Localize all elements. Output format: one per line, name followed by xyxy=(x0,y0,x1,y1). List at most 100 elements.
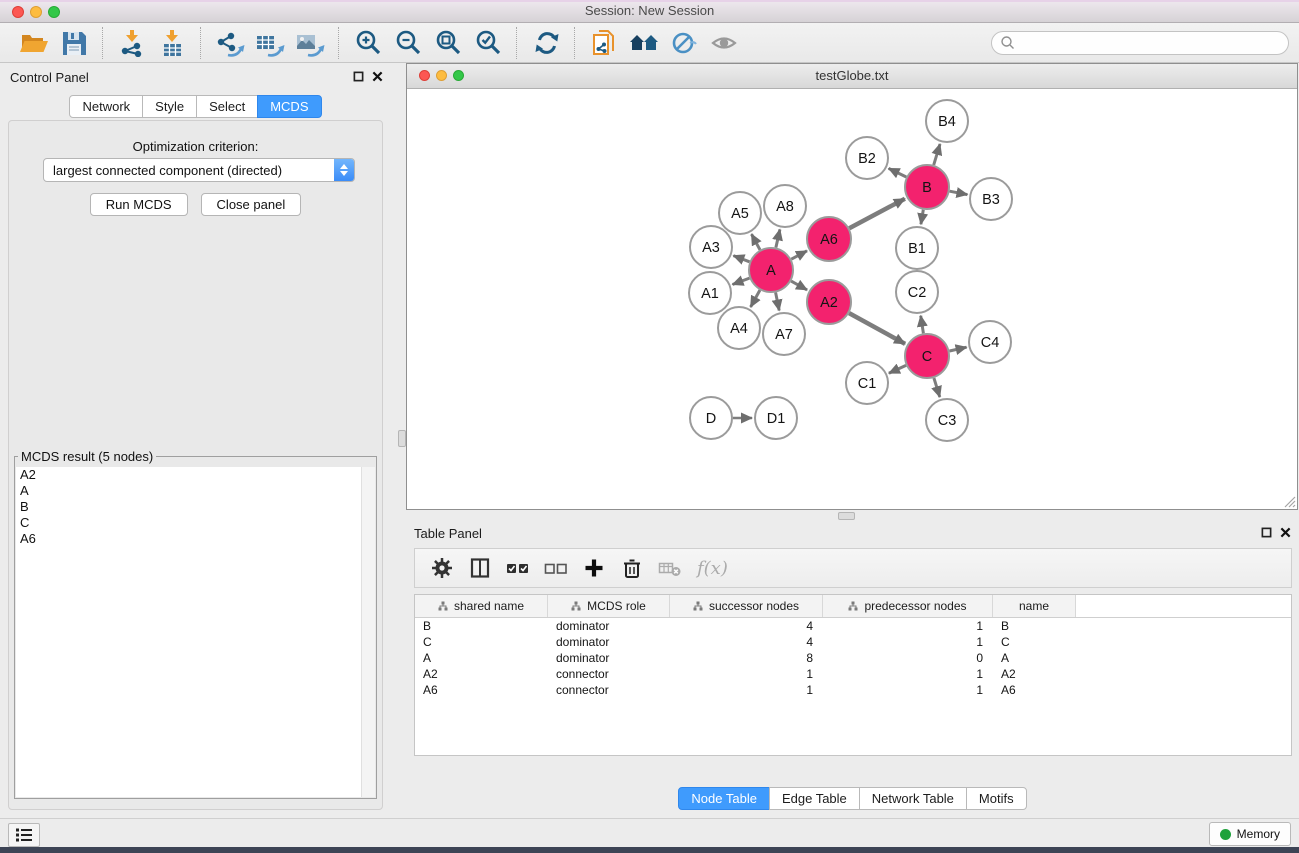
search-input[interactable] xyxy=(1015,35,1269,51)
node-C[interactable]: C xyxy=(905,334,949,378)
node-A[interactable]: A xyxy=(749,248,793,292)
zoom-selected-icon[interactable] xyxy=(471,27,505,59)
edge-A-A5[interactable] xyxy=(752,234,761,250)
tab-network[interactable]: Network xyxy=(69,95,143,118)
tab-mcds[interactable]: MCDS xyxy=(257,95,321,118)
table-row[interactable]: Adominator80A xyxy=(415,650,1291,666)
table-cell[interactable]: connector xyxy=(548,683,670,697)
table-cell[interactable]: 8 xyxy=(670,651,823,665)
edge-C-C1[interactable] xyxy=(889,365,906,373)
table-cell[interactable]: 0 xyxy=(823,651,993,665)
network-canvas[interactable]: B4B2BB3A8A5A6A3B1AA1C2A2A4A7C4CC1DD1C3 xyxy=(407,89,1297,509)
table-row[interactable]: A2connector11A2 xyxy=(415,666,1291,682)
table-cell[interactable]: A6 xyxy=(993,683,1076,697)
table-cell[interactable]: C xyxy=(993,635,1076,649)
result-item[interactable]: B xyxy=(16,499,375,515)
zoom-in-icon[interactable] xyxy=(351,27,385,59)
node-C3[interactable]: C3 xyxy=(926,399,968,441)
edge-C-C4[interactable] xyxy=(950,347,967,351)
edge-B-B2[interactable] xyxy=(889,168,907,177)
open-file-icon[interactable] xyxy=(17,27,51,59)
node-C2[interactable]: C2 xyxy=(896,271,938,313)
table-cell[interactable]: 4 xyxy=(670,619,823,633)
node-B[interactable]: B xyxy=(905,165,949,209)
column-header-MCDS-role[interactable]: MCDS role xyxy=(548,595,670,617)
deselect-all-columns-icon[interactable] xyxy=(541,554,571,582)
zoom-fit-icon[interactable] xyxy=(431,27,465,59)
edge-A-A7[interactable] xyxy=(776,293,780,311)
export-table-icon[interactable] xyxy=(253,27,287,59)
close-table-panel-icon[interactable] xyxy=(1280,527,1291,538)
memory-button[interactable]: Memory xyxy=(1209,822,1291,846)
node-A5[interactable]: A5 xyxy=(719,192,761,234)
edge-A6-B[interactable] xyxy=(849,199,905,229)
result-item[interactable]: A6 xyxy=(16,531,375,547)
clone-network-icon[interactable] xyxy=(587,27,621,59)
import-network-icon[interactable] xyxy=(115,27,149,59)
node-B1[interactable]: B1 xyxy=(896,227,938,269)
table-cell[interactable]: 4 xyxy=(670,635,823,649)
column-header-shared-name[interactable]: shared name xyxy=(415,595,548,617)
edge-C-C2[interactable] xyxy=(921,316,924,334)
node-A4[interactable]: A4 xyxy=(718,307,760,349)
table-cell[interactable]: 1 xyxy=(823,683,993,697)
column-header-name[interactable]: name xyxy=(993,595,1076,617)
result-item[interactable]: C xyxy=(16,515,375,531)
table-cell[interactable]: A2 xyxy=(993,667,1076,681)
home-views-icon[interactable] xyxy=(627,27,661,59)
table-cell[interactable]: A6 xyxy=(415,683,548,697)
table-cell[interactable]: 1 xyxy=(823,635,993,649)
export-network-icon[interactable] xyxy=(213,27,247,59)
network-graph[interactable]: B4B2BB3A8A5A6A3B1AA1C2A2A4A7C4CC1DD1C3 xyxy=(407,89,1297,509)
column-header-predecessor-nodes[interactable]: predecessor nodes xyxy=(823,595,993,617)
edge-B-B3[interactable] xyxy=(950,191,968,194)
table-cell[interactable]: A2 xyxy=(415,667,548,681)
table-cell[interactable]: B xyxy=(415,619,548,633)
save-session-icon[interactable] xyxy=(57,27,91,59)
import-table-icon[interactable] xyxy=(155,27,189,59)
criterion-select[interactable]: largest connected component (directed) xyxy=(43,158,355,182)
node-D[interactable]: D xyxy=(690,397,732,439)
float-table-panel-icon[interactable] xyxy=(1261,527,1272,538)
table-row[interactable]: Bdominator41B xyxy=(415,618,1291,634)
node-B3[interactable]: B3 xyxy=(970,178,1012,220)
edge-B-B4[interactable] xyxy=(934,144,940,165)
task-history-button[interactable] xyxy=(8,823,40,847)
node-A8[interactable]: A8 xyxy=(764,185,806,227)
node-A7[interactable]: A7 xyxy=(763,313,805,355)
table-cell[interactable]: 1 xyxy=(670,683,823,697)
column-header-successor-nodes[interactable]: successor nodes xyxy=(670,595,823,617)
run-mcds-button[interactable]: Run MCDS xyxy=(90,193,188,216)
node-A2[interactable]: A2 xyxy=(807,280,851,324)
table-cell[interactable]: A xyxy=(993,651,1076,665)
search-field[interactable] xyxy=(991,31,1289,55)
table-cell[interactable]: 1 xyxy=(823,619,993,633)
edge-A2-C[interactable] xyxy=(849,313,905,344)
edge-B-B1[interactable] xyxy=(921,210,923,225)
hide-graphics-details-icon[interactable] xyxy=(667,27,701,59)
edge-C-C3[interactable] xyxy=(934,378,940,397)
table-cell[interactable]: 1 xyxy=(823,667,993,681)
vertical-splitter-handle[interactable] xyxy=(398,430,406,447)
node-A3[interactable]: A3 xyxy=(690,226,732,268)
node-A6[interactable]: A6 xyxy=(807,217,851,261)
table-cell[interactable]: dominator xyxy=(548,619,670,633)
edge-A-A1[interactable] xyxy=(733,278,750,284)
node-A1[interactable]: A1 xyxy=(689,272,731,314)
node-C4[interactable]: C4 xyxy=(969,321,1011,363)
table-cell[interactable]: 1 xyxy=(670,667,823,681)
close-panel-icon[interactable] xyxy=(372,71,383,82)
tab-edge-table[interactable]: Edge Table xyxy=(769,787,860,810)
result-scrollbar[interactable] xyxy=(361,467,375,797)
split-columns-icon[interactable] xyxy=(465,554,495,582)
edge-A-A6[interactable] xyxy=(791,251,807,259)
select-all-columns-icon[interactable] xyxy=(503,554,533,582)
node-D1[interactable]: D1 xyxy=(755,397,797,439)
horizontal-splitter-handle[interactable] xyxy=(838,512,855,520)
table-row[interactable]: Cdominator41C xyxy=(415,634,1291,650)
node-B2[interactable]: B2 xyxy=(846,137,888,179)
edge-A-A4[interactable] xyxy=(751,290,760,307)
edge-A-A8[interactable] xyxy=(776,229,780,247)
tab-select[interactable]: Select xyxy=(196,95,258,118)
tab-node-table[interactable]: Node Table xyxy=(678,787,770,810)
